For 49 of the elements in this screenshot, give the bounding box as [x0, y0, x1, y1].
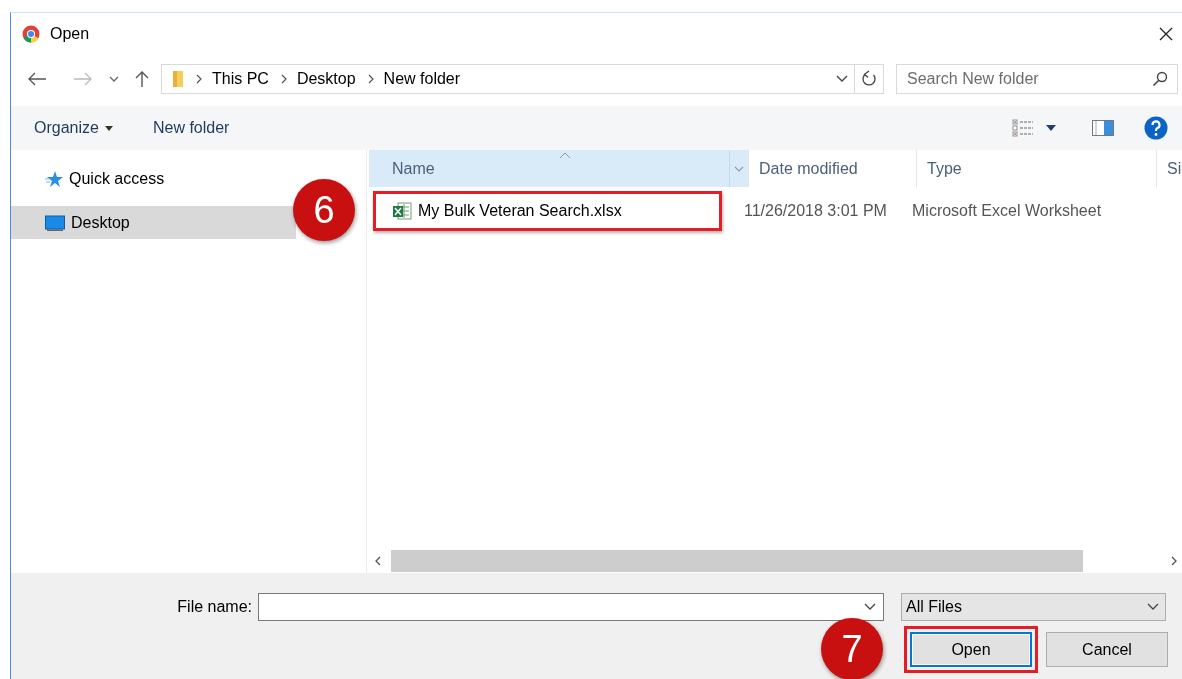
- back-arrow-icon[interactable]: [27, 72, 47, 86]
- refresh-icon: [861, 70, 877, 88]
- step-number-badge: 6: [293, 179, 355, 241]
- file-type-dropdown[interactable]: All Files: [901, 593, 1166, 621]
- organize-menu-button[interactable]: Organize: [34, 119, 113, 137]
- breadcrumb-item[interactable]: New folder: [383, 70, 461, 88]
- search-icon: [1152, 71, 1168, 87]
- refresh-button[interactable]: [855, 64, 884, 94]
- chevron-icon: [196, 74, 202, 84]
- breadcrumb-item[interactable]: Desktop: [296, 70, 356, 88]
- table-cell-text: 11/26/2018 3:01 PM: [744, 202, 888, 220]
- close-icon[interactable]: [1158, 26, 1174, 42]
- monitor-icon: [45, 214, 65, 231]
- recent-caret-icon[interactable]: [109, 76, 119, 82]
- open-button[interactable]: Open: [904, 626, 1038, 673]
- dropdown-caret-icon: [1147, 603, 1159, 611]
- caret-icon: [104, 125, 113, 131]
- preview-pane-icon[interactable]: [1092, 120, 1114, 136]
- folder-icon: [172, 70, 184, 88]
- column-header[interactable]: Date modified: [749, 150, 917, 187]
- sidebar-item[interactable]: Desktop: [11, 206, 296, 239]
- breadcrumb-item[interactable]: This PC: [212, 70, 269, 88]
- chevron-icon: [367, 74, 374, 84]
- file-row[interactable]: My Bulk Veteran Search.xlsx: [373, 191, 722, 231]
- star-icon: [45, 170, 63, 188]
- sidebar-item[interactable]: Quick access: [11, 166, 296, 192]
- scrollbar-thumb[interactable]: [391, 550, 1083, 572]
- window-title: Open: [50, 25, 90, 43]
- dropdown-caret-icon[interactable]: [864, 603, 876, 611]
- table-cell: Microsoft Excel Worksheet: [912, 202, 1102, 220]
- dropdown-caret-icon[interactable]: [836, 75, 848, 83]
- column-header[interactable]: Si: [1157, 150, 1182, 187]
- scroll-left-icon[interactable]: [374, 556, 382, 566]
- chevron-icon: [280, 74, 287, 84]
- column-header[interactable]: Name: [369, 150, 749, 187]
- view-caret-icon[interactable]: [1046, 125, 1056, 131]
- up-arrow-icon[interactable]: [135, 70, 149, 88]
- cancel-button[interactable]: Cancel: [1046, 632, 1168, 667]
- address-bar[interactable]: This PC Desktop New folder: [161, 64, 855, 94]
- spreadsheet-icon: [392, 201, 412, 221]
- help-icon[interactable]: [1144, 116, 1168, 140]
- new-folder-button[interactable]: New folder: [152, 119, 230, 137]
- browser-logo-icon: [22, 25, 40, 43]
- column-header[interactable]: Type: [917, 150, 1157, 187]
- step-number-badge: 7: [821, 618, 883, 679]
- search-field[interactable]: Search New folder: [896, 64, 1178, 94]
- field-label: File name:: [176, 598, 252, 616]
- scroll-right-icon[interactable]: [1170, 556, 1178, 566]
- file-name-field[interactable]: [258, 593, 884, 621]
